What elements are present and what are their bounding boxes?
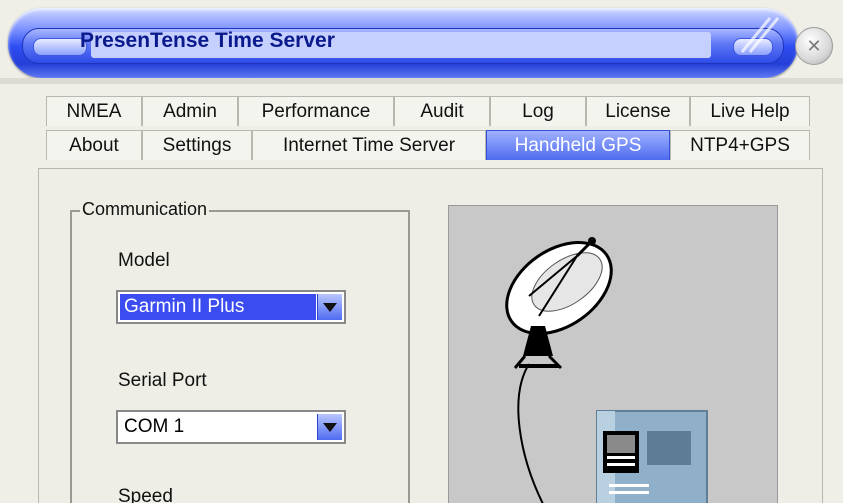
serial-port-select[interactable]: COM 1	[116, 410, 346, 444]
close-icon: ✕	[806, 35, 822, 57]
title-left-cap	[33, 38, 87, 56]
communication-legend: Communication	[80, 199, 210, 220]
chevron-down-icon	[323, 422, 337, 432]
chevron-down-icon	[323, 302, 337, 312]
tab-performance[interactable]: Performance	[238, 96, 394, 126]
tab-audit[interactable]: Audit	[394, 96, 490, 126]
tab-ntp4-gps[interactable]: NTP4+GPS	[670, 130, 810, 160]
model-dropdown-button[interactable]	[317, 294, 342, 320]
tab-label: NMEA	[66, 100, 122, 122]
model-select-value: Garmin II Plus	[120, 294, 316, 320]
tab-label: Handheld GPS	[514, 134, 642, 156]
speed-label: Speed	[118, 486, 173, 503]
tab-label: About	[69, 134, 119, 156]
title-stripes-decoration	[740, 17, 780, 53]
tab-label: NTP4+GPS	[690, 134, 790, 156]
cable-line	[517, 363, 544, 503]
tab-about[interactable]: About	[46, 130, 142, 160]
model-label: Model	[118, 250, 170, 271]
tab-license[interactable]: License	[586, 96, 690, 126]
gps-illustration-svg	[505, 237, 708, 503]
tab-handheld-gps[interactable]: Handheld GPS	[486, 130, 670, 160]
tab-label: Log	[522, 100, 554, 122]
serial-port-label: Serial Port	[118, 370, 207, 391]
tab-nmea[interactable]: NMEA	[46, 96, 142, 126]
gps-illustration	[448, 205, 778, 503]
tab-live-help[interactable]: Live Help	[690, 96, 810, 126]
tab-log[interactable]: Log	[490, 96, 586, 126]
tab-admin[interactable]: Admin	[142, 96, 238, 126]
model-select[interactable]: Garmin II Plus	[116, 290, 346, 324]
tab-label: Settings	[162, 134, 232, 156]
computer-icon	[596, 410, 708, 503]
tab-settings[interactable]: Settings	[142, 130, 252, 160]
tab-label: License	[605, 100, 671, 122]
window-title: PresenTense Time Server	[80, 29, 335, 52]
satellite-dish-icon	[505, 237, 613, 370]
serial-port-select-value: COM 1	[124, 416, 185, 437]
tab-label: Admin	[163, 100, 217, 122]
close-button[interactable]: ✕	[795, 27, 833, 65]
tab-internet-time-server[interactable]: Internet Time Server	[252, 130, 486, 160]
tab-label: Audit	[420, 100, 464, 122]
serial-port-dropdown-button[interactable]	[317, 414, 342, 440]
tab-label: Performance	[261, 100, 371, 122]
app-window: PresenTense Time Server ✕ NMEA Admin Per…	[0, 0, 843, 503]
tab-label: Internet Time Server	[282, 134, 456, 156]
tab-label: Live Help	[710, 100, 790, 122]
